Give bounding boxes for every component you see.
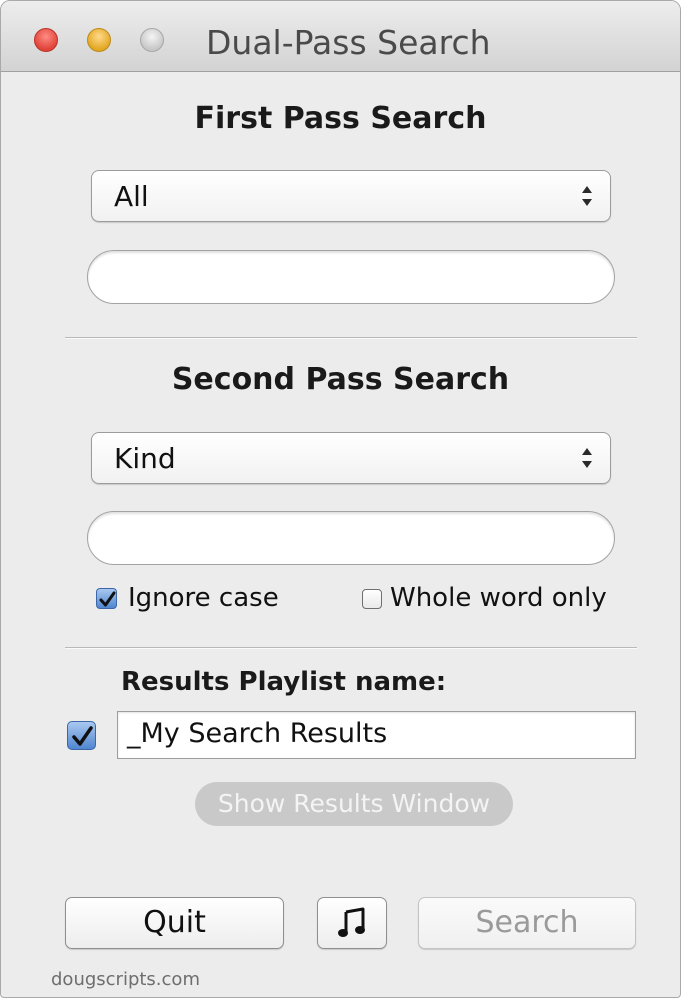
results-playlist-checkbox[interactable] bbox=[67, 721, 96, 750]
search-button[interactable]: Search bbox=[418, 897, 636, 949]
divider bbox=[65, 337, 637, 339]
checkmark-icon bbox=[72, 726, 93, 746]
music-note-icon bbox=[338, 907, 365, 937]
whole-word-checkbox[interactable] bbox=[362, 589, 382, 609]
popup-arrows-icon bbox=[582, 448, 592, 468]
close-button[interactable] bbox=[34, 28, 58, 52]
first-pass-heading: First Pass Search bbox=[194, 101, 487, 136]
second-pass-field-popup[interactable]: Kind bbox=[91, 432, 611, 484]
checkmark-icon bbox=[99, 591, 116, 607]
popup-arrows-icon bbox=[582, 186, 592, 206]
first-pass-field-value: All bbox=[114, 180, 149, 213]
second-pass-search-field[interactable] bbox=[87, 511, 615, 565]
second-pass-heading: Second Pass Search bbox=[171, 362, 510, 397]
results-playlist-name-field[interactable]: _My Search Results bbox=[117, 711, 636, 759]
results-playlist-label: Results Playlist name: bbox=[121, 667, 447, 697]
app-window: Dual-Pass Search First Pass Search All S… bbox=[0, 0, 681, 998]
footer-credit: dougscripts.com bbox=[51, 969, 200, 990]
zoom-button[interactable] bbox=[140, 28, 164, 52]
whole-word-label[interactable]: Whole word only bbox=[390, 583, 607, 613]
quit-button[interactable]: Quit bbox=[65, 897, 284, 949]
show-results-window-button[interactable]: Show Results Window bbox=[195, 782, 513, 826]
itunes-button[interactable] bbox=[317, 897, 387, 949]
divider bbox=[65, 647, 637, 649]
ignore-case-checkbox[interactable] bbox=[96, 588, 117, 609]
first-pass-field-popup[interactable]: All bbox=[91, 170, 611, 222]
minimize-button[interactable] bbox=[87, 28, 111, 52]
first-pass-search-field[interactable] bbox=[87, 250, 615, 304]
ignore-case-label[interactable]: Ignore case bbox=[128, 583, 279, 613]
title-bar[interactable]: Dual-Pass Search bbox=[1, 1, 680, 72]
second-pass-field-value: Kind bbox=[114, 442, 176, 475]
window-title: Dual-Pass Search bbox=[206, 23, 491, 62]
